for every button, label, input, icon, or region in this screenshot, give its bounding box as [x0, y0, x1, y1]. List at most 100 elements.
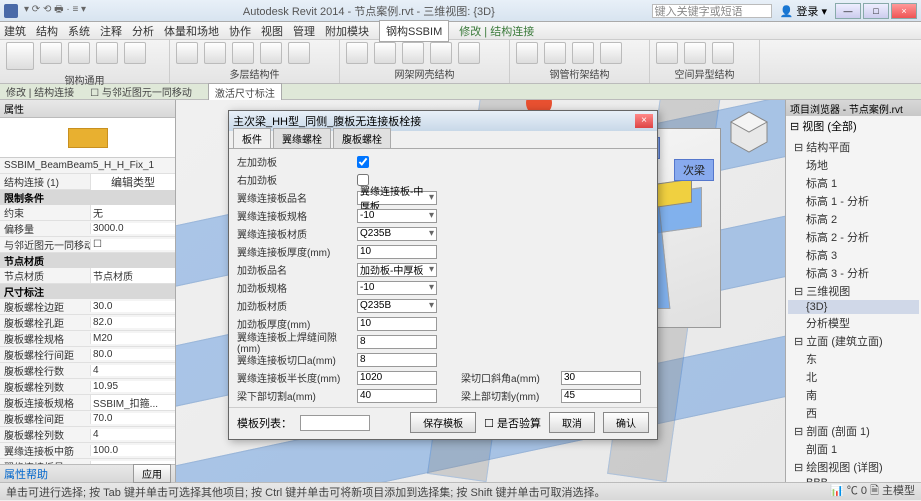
tree-item[interactable]: 分析模型	[788, 314, 919, 332]
tool-icon[interactable]	[288, 42, 310, 64]
dlg-input[interactable]: Q235B	[357, 227, 437, 241]
tree-item[interactable]: 场地	[788, 156, 919, 174]
dlg-input[interactable]: 10	[357, 245, 437, 259]
tree-item[interactable]: ⊟ 立面 (建筑立面)	[788, 332, 919, 350]
dlg-input[interactable]: 10	[357, 317, 437, 331]
dlg-input[interactable]: -10	[357, 209, 437, 223]
tab-flange-bolt[interactable]: 翼缘螺栓	[273, 128, 331, 148]
tool-icon[interactable]	[204, 42, 226, 64]
tool-icon[interactable]	[374, 42, 396, 64]
tree-item[interactable]: 标高 1 - 分析	[788, 192, 919, 210]
prop-row[interactable]: 腹板连接板规格SSBIM_扣箍...	[0, 395, 175, 411]
tab-modify[interactable]: 修改 | 结构连接	[459, 23, 534, 39]
prop-row[interactable]: 腹板螺栓行数4	[0, 363, 175, 379]
family-filter[interactable]: 结构连接 (1)	[0, 174, 90, 189]
dlg-input[interactable]: 45	[561, 407, 641, 408]
apply-button[interactable]: 应用	[133, 464, 171, 483]
type-preview[interactable]	[0, 118, 175, 158]
tool-icon[interactable]	[430, 42, 452, 64]
tool-icon[interactable]	[40, 42, 62, 64]
tree-item[interactable]: 标高 2	[788, 210, 919, 228]
cancel-button[interactable]: 取消	[549, 412, 595, 433]
dlg-input[interactable]: Q235B	[357, 299, 437, 313]
section-dim[interactable]: 尺寸标注	[0, 284, 175, 299]
tree-item[interactable]: 标高 3 - 分析	[788, 264, 919, 282]
dialog-close-button[interactable]: ×	[635, 114, 653, 128]
context-modify[interactable]: 修改 | 结构连接	[6, 84, 74, 99]
tab-addins[interactable]: 附加模块	[325, 23, 369, 39]
tree-item[interactable]: ⊟ 结构平面	[788, 138, 919, 156]
tree-item[interactable]: 东	[788, 350, 919, 368]
tool-icon[interactable]	[684, 42, 706, 64]
tool-icon[interactable]	[260, 42, 282, 64]
tab-collab[interactable]: 协作	[229, 23, 251, 39]
prop-row[interactable]: 偏移量3000.0	[0, 221, 175, 237]
tab-struct[interactable]: 结构	[36, 23, 58, 39]
tab-view[interactable]: 视图	[261, 23, 283, 39]
user-menu[interactable]: 👤 登录 ▾	[780, 3, 827, 19]
dlg-input[interactable]: 加劲板-中厚板	[357, 263, 437, 277]
section-material[interactable]: 节点材质	[0, 253, 175, 268]
minimize-button[interactable]: —	[835, 3, 861, 19]
tab-manage[interactable]: 管理	[293, 23, 315, 39]
prop-row[interactable]: 腹板螺栓边距30.0	[0, 299, 175, 315]
tree-item[interactable]: 标高 2 - 分析	[788, 228, 919, 246]
tool-icon[interactable]	[6, 42, 34, 70]
context-dim[interactable]: 激活尺寸标注	[208, 83, 282, 101]
tab-analyze[interactable]: 分析	[132, 23, 154, 39]
tab-annotate[interactable]: 注释	[100, 23, 122, 39]
tab-system[interactable]: 系统	[68, 23, 90, 39]
tool-icon[interactable]	[176, 42, 198, 64]
browser-root[interactable]: ⊟ 视图 (全部)	[790, 121, 857, 133]
save-template-button[interactable]: 保存模板	[410, 412, 476, 433]
dlg-input[interactable]: -10	[357, 281, 437, 295]
tool-icon[interactable]	[656, 42, 678, 64]
prop-row[interactable]: 腹板螺栓间距70.0	[0, 411, 175, 427]
type-selector[interactable]: SSBIM_BeamBeam5_H_H_Fix_1	[0, 158, 175, 174]
tool-icon[interactable]	[346, 42, 368, 64]
tool-icon[interactable]	[458, 42, 480, 64]
status-model[interactable]: 📊 ℃ 0 🗎 主模型	[830, 482, 915, 501]
view-cube[interactable]	[725, 108, 773, 156]
prop-row[interactable]: 腹板螺栓规格M20	[0, 331, 175, 347]
tab-ssbim[interactable]: 钢构SSBIM	[379, 20, 449, 42]
template-combo[interactable]	[300, 415, 370, 431]
tab-massing[interactable]: 体量和场地	[164, 23, 219, 39]
prop-row[interactable]: 腹板螺栓列数10.95	[0, 379, 175, 395]
tree-item[interactable]: 南	[788, 386, 919, 404]
dlg-input[interactable]: 8	[357, 353, 437, 367]
tool-icon[interactable]	[516, 42, 538, 64]
tool-icon[interactable]	[68, 42, 90, 64]
dlg-input[interactable]: 40	[357, 389, 437, 403]
tree-item[interactable]: 标高 1	[788, 174, 919, 192]
tab-plate[interactable]: 板件	[233, 128, 271, 148]
dlg-check[interactable]	[357, 156, 369, 168]
tool-icon[interactable]	[96, 42, 118, 64]
tree-item[interactable]: 标高 3	[788, 246, 919, 264]
help-search[interactable]: 键入关键字或短语	[652, 4, 772, 18]
prop-row[interactable]: 约束无	[0, 205, 175, 221]
dlg-input[interactable]: 8	[357, 335, 437, 349]
close-button[interactable]: ×	[891, 3, 917, 19]
edit-type-button[interactable]: 编辑类型	[111, 177, 155, 189]
dlg-input[interactable]: 翼缘连接板-中厚板	[357, 191, 437, 205]
tree-item[interactable]: ⊟ 三维视图	[788, 282, 919, 300]
dlg-input[interactable]: 30	[561, 371, 641, 385]
tree-item[interactable]: 西	[788, 404, 919, 422]
dlg-input[interactable]: 40	[357, 407, 437, 408]
tool-icon[interactable]	[232, 42, 254, 64]
context-move[interactable]: ☐ 与邻近图元一同移动	[90, 84, 192, 99]
tool-icon[interactable]	[402, 42, 424, 64]
tool-icon[interactable]	[544, 42, 566, 64]
prop-row[interactable]: 腹板螺栓孔距82.0	[0, 315, 175, 331]
prop-row[interactable]: 翼缘连接板中筋100.0	[0, 443, 175, 459]
prop-row[interactable]: 腹板螺栓列数4	[0, 427, 175, 443]
tree-item[interactable]: ⊟ 绘图视图 (详图)	[788, 458, 919, 476]
tool-icon[interactable]	[124, 42, 146, 64]
dlg-input[interactable]: 1020	[357, 371, 437, 385]
dlg-input[interactable]: 45	[561, 389, 641, 403]
maximize-button[interactable]: □	[863, 3, 889, 19]
tab-web-bolt[interactable]: 腹板螺栓	[333, 128, 391, 148]
tool-icon[interactable]	[712, 42, 734, 64]
tree-item[interactable]: 北	[788, 368, 919, 386]
